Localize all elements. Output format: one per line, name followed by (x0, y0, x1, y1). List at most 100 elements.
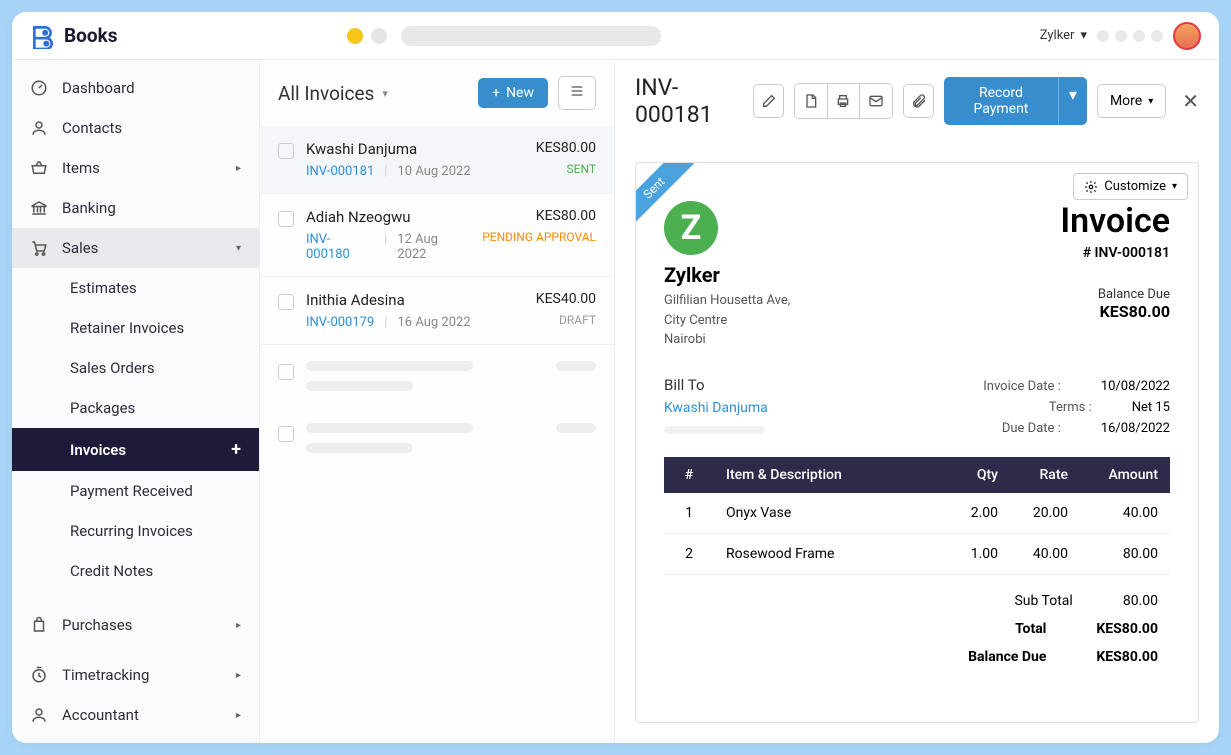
plus-icon[interactable]: + (231, 439, 241, 460)
invoice-amount: KES40.00 (536, 291, 596, 307)
dot-icon (1151, 30, 1163, 42)
nav-banking[interactable]: Banking (12, 188, 259, 228)
col-num: # (664, 457, 714, 493)
cart-icon (30, 239, 48, 257)
list-filter-dropdown[interactable]: All Invoices ▾ (278, 82, 388, 105)
edit-button[interactable] (753, 84, 784, 118)
cell-num: 2 (664, 533, 714, 574)
gauge-icon (30, 79, 48, 97)
attach-button[interactable] (903, 84, 934, 118)
dot-icon (371, 28, 387, 44)
nav-recurring-invoices[interactable]: Recurring Invoices (12, 511, 259, 551)
nav-label: Dashboard (62, 79, 135, 97)
user-icon (30, 119, 48, 137)
record-payment-button[interactable]: Record Payment (944, 77, 1058, 125)
nav-dashboard[interactable]: Dashboard (12, 68, 259, 108)
nav-credit-notes[interactable]: Credit Notes (12, 551, 259, 591)
detail-toolbar: INV-000181 Record Payment ▾ More▾ ✕ (615, 60, 1219, 142)
list-menu-button[interactable] (558, 76, 596, 110)
more-button[interactable]: More▾ (1097, 84, 1166, 118)
print-button[interactable] (828, 84, 860, 118)
list-item-placeholder (260, 345, 614, 407)
nav-contacts[interactable]: Contacts (12, 108, 259, 148)
record-payment-dropdown[interactable]: ▾ (1058, 77, 1087, 125)
list-item-placeholder (260, 407, 614, 469)
nav-label: Items (62, 159, 100, 177)
checkbox[interactable] (278, 294, 294, 310)
nav-payment-received[interactable]: Payment Received (12, 471, 259, 511)
cell-amount: 80.00 (1080, 533, 1170, 574)
nav-sales-orders[interactable]: Sales Orders (12, 348, 259, 388)
invoice-row[interactable]: Kwashi Danjuma INV-000181|10 Aug 2022 KE… (260, 126, 614, 194)
nav-label: Retainer Invoices (70, 319, 184, 337)
customize-button[interactable]: Customize▾ (1073, 173, 1188, 200)
cell-num: 1 (664, 493, 714, 534)
invoice-totals: Sub Total80.00TotalKES80.00Balance DueKE… (664, 587, 1170, 671)
nav-sales[interactable]: Sales▾ (12, 228, 259, 268)
invoice-row[interactable]: Inithia Adesina INV-000179|16 Aug 2022 K… (260, 277, 614, 345)
nav-reports[interactable]: Reports (12, 735, 259, 743)
addr-line: Gilfilian Housetta Ave, (664, 291, 790, 311)
nav-invoices[interactable]: Invoices + (12, 428, 259, 471)
org-selector[interactable]: Zylker ▾ (1040, 28, 1087, 43)
nav-estimates[interactable]: Estimates (12, 268, 259, 308)
nav-packages[interactable]: Packages (12, 388, 259, 428)
total-label: Sub Total (1014, 593, 1072, 609)
invoice-number-link[interactable]: INV-000181 (306, 164, 374, 179)
nav-label: Invoices (70, 441, 126, 459)
invoice-amount: KES80.00 (536, 140, 596, 156)
checkbox[interactable] (278, 364, 294, 380)
record-payment-split: Record Payment ▾ (944, 77, 1087, 125)
nav-label: Purchases (62, 616, 132, 634)
checkbox[interactable] (278, 143, 294, 159)
bill-to-name[interactable]: Kwashi Danjuma (664, 400, 768, 416)
invoice-date: 16 Aug 2022 (397, 315, 470, 330)
table-row: 1 Onyx Vase 2.00 20.00 40.00 (664, 493, 1170, 534)
invoice-amount: KES80.00 (482, 208, 596, 224)
invoice-number-link[interactable]: INV-000180 (306, 232, 374, 262)
invoice-document: Sent Customize▾ Z Zylker Gilfilian House… (635, 162, 1199, 723)
dot-icon (1133, 30, 1145, 42)
user-avatar[interactable] (1173, 22, 1201, 50)
new-invoice-button[interactable]: +New (478, 78, 548, 108)
total-label: Total (1015, 621, 1046, 637)
nav-timetracking[interactable]: Timetracking▸ (12, 655, 259, 695)
nav-retainer-invoices[interactable]: Retainer Invoices (12, 308, 259, 348)
invoice-number-link[interactable]: INV-000179 (306, 315, 374, 330)
total-value: KES80.00 (1096, 649, 1158, 665)
cell-desc: Rosewood Frame (714, 533, 950, 574)
basket-icon (30, 159, 48, 177)
col-desc: Item & Description (714, 457, 950, 493)
dot-icon (1115, 30, 1127, 42)
search-placeholder[interactable] (401, 26, 661, 46)
nav-accountant[interactable]: Accountant▸ (12, 695, 259, 735)
company-name: Zylker (664, 263, 790, 287)
org-name: Zylker (1040, 28, 1075, 43)
nav-items[interactable]: Items ▸ (12, 148, 259, 188)
chevron-down-icon: ▾ (1172, 181, 1177, 192)
total-value: KES80.00 (1096, 621, 1158, 637)
checkbox[interactable] (278, 426, 294, 442)
customer-name: Kwashi Danjuma (306, 140, 524, 158)
books-logo-icon (30, 23, 56, 49)
chevron-right-icon: ▸ (236, 163, 241, 174)
dot-icon (1097, 30, 1109, 42)
balance-amount: KES80.00 (1060, 302, 1170, 321)
app-logo[interactable]: Books (30, 23, 117, 49)
chevron-right-icon: ▸ (236, 710, 241, 721)
nav-label: Credit Notes (70, 562, 153, 580)
clock-icon (30, 666, 48, 684)
checkbox[interactable] (278, 211, 294, 227)
nav-label: Sales (62, 239, 98, 257)
nav-purchases[interactable]: Purchases▸ (12, 605, 259, 645)
chevron-down-icon: ▾ (382, 87, 388, 100)
customer-name: Adiah Nzeogwu (306, 208, 470, 226)
email-button[interactable] (860, 84, 892, 118)
pdf-button[interactable] (795, 84, 827, 118)
invoice-row[interactable]: Adiah Nzeogwu INV-000180|12 Aug 2022 KES… (260, 194, 614, 277)
col-amount: Amount (1080, 457, 1170, 493)
bank-icon (30, 199, 48, 217)
list-title-text: All Invoices (278, 82, 374, 105)
close-button[interactable]: ✕ (1182, 89, 1199, 113)
pencil-icon (761, 93, 777, 109)
